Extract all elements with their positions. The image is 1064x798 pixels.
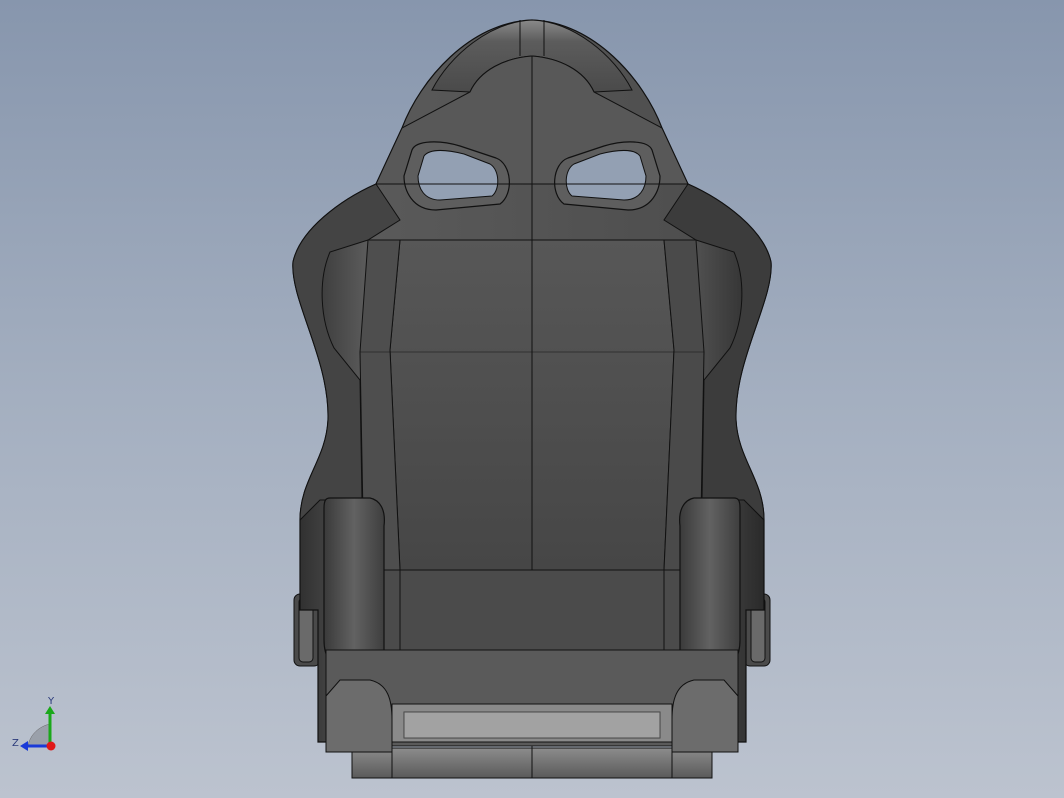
z-axis-label: Z [12,738,19,749]
seat-lower-panel [363,569,701,651]
y-axis-arrow [45,706,55,714]
right-arm-bolster [679,497,741,669]
y-axis-label: Y [47,696,55,707]
x-axis-dot [46,741,56,751]
z-axis-arrow [20,741,28,751]
seat-model[interactable] [0,0,1064,798]
left-arm-bolster [323,497,385,669]
graphics-viewport[interactable]: Y Z [0,0,1064,798]
orientation-triad: Y Z [12,696,56,751]
triad-xz-plane [27,723,51,747]
